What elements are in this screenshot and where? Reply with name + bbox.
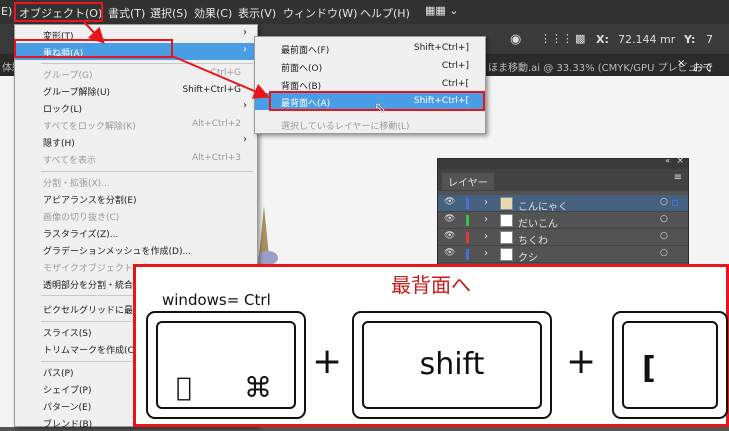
plus-sign: +: [312, 341, 343, 382]
arrow-to-arrange: [83, 21, 105, 44]
apple-icon: : [176, 373, 192, 403]
key-bracket-label: [: [642, 351, 656, 386]
command-icon: ⌘: [244, 371, 272, 404]
key-command:  ⌘: [146, 311, 306, 419]
plus-sign: +: [566, 341, 597, 382]
key-bracket: [: [612, 311, 728, 419]
key-face: [622, 321, 718, 409]
key-shift: shift: [352, 311, 552, 419]
shortcut-info-box: 最背面へ windows= Ctrl  ⌘ + shift + [: [133, 264, 729, 427]
key-shift-label: shift: [419, 347, 485, 382]
arrow-to-send-to-back: [171, 55, 270, 99]
windows-note: windows= Ctrl: [162, 291, 271, 309]
